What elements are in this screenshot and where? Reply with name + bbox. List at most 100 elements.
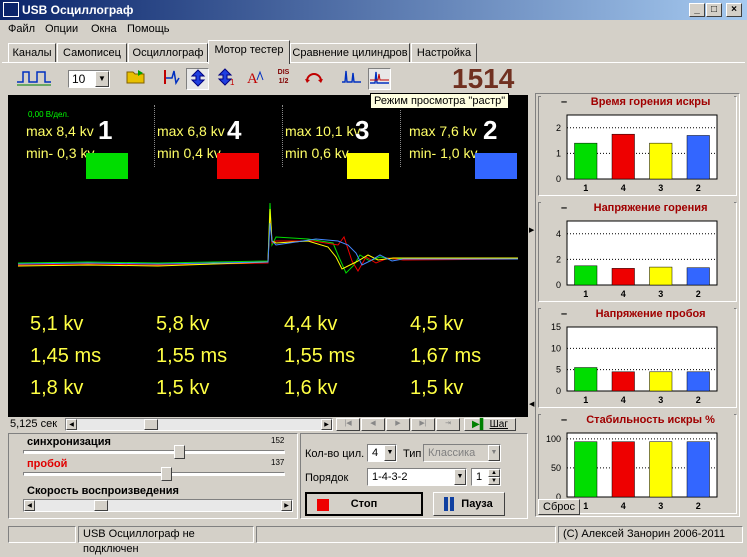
status-copyright: (C) Алексей Занорин 2006-2011 (558, 526, 743, 543)
bar-chart-0: 2 1 0 1 4 3 2 (556, 114, 718, 193)
cyl2-burn-time: 1,55 ms (156, 345, 228, 367)
tab-divider (2, 62, 745, 63)
chevron-down-icon[interactable]: ▼ (95, 71, 109, 87)
chart-title: – Стабильность искры % (541, 413, 734, 427)
tab-oscilloscope[interactable]: Осциллограф (128, 43, 208, 63)
y-tick-label: 4 (556, 229, 561, 239)
collapse-icon[interactable]: – (541, 201, 567, 215)
vertical-scale-icon[interactable] (186, 68, 209, 90)
prev-frame-icon[interactable]: ◀ (361, 418, 385, 431)
time-scrollbar[interactable]: ◀ ▶ (65, 418, 333, 431)
bar-cyl-4 (611, 441, 635, 498)
parade-view-icon[interactable] (340, 68, 363, 90)
x-tick-label: 2 (696, 289, 701, 299)
tab-settings[interactable]: Настройка (411, 43, 477, 63)
pause-icon (444, 497, 448, 511)
tab-motor-tester[interactable]: Мотор тестер (208, 40, 290, 64)
order-select[interactable]: 1-4-3-2 ▼ (367, 468, 467, 486)
type-value: Классика (428, 447, 476, 459)
end-icon[interactable]: ⇥ (436, 418, 460, 431)
time-scroll-thumb[interactable] (144, 419, 158, 430)
trigger-icon[interactable] (160, 68, 183, 90)
signal-mode-icon[interactable] (14, 68, 54, 90)
stop-button[interactable]: Стоп (305, 492, 423, 516)
first-frame-icon[interactable]: |◀ (336, 418, 360, 431)
breakdown-slider-thumb[interactable] (161, 467, 172, 481)
status-cell-3 (256, 526, 556, 543)
status-usb: USB Осциллограф не подключен (78, 526, 254, 555)
status-cell-1 (8, 526, 76, 543)
channel-select-value: 10 (72, 72, 86, 86)
tab-cylinder-compare[interactable]: Сравнение цилиндров (290, 43, 410, 63)
y-tick-label: 100 (546, 434, 561, 444)
bar-cyl-4 (611, 268, 635, 286)
x-tick-label: 3 (658, 501, 663, 511)
step-button[interactable]: ▶▌ Шаг (464, 418, 516, 431)
amplitude-icon[interactable]: A (244, 68, 267, 90)
collapse-icon[interactable]: – (541, 307, 567, 321)
dis-ratio-icon[interactable]: DIS 1/2 (272, 68, 295, 90)
raster-view-icon[interactable] (368, 68, 391, 90)
sync-slider[interactable] (23, 450, 285, 454)
menu-windows[interactable]: Окна (91, 23, 117, 35)
waveform-2 (17, 222, 518, 266)
reset-button[interactable]: Сброс (538, 499, 580, 515)
type-chevron-icon[interactable]: ▼ (488, 445, 500, 461)
tab-recorder[interactable]: Самописец (57, 43, 127, 63)
pause-button[interactable]: Пауза (433, 492, 505, 516)
x-tick-label: 3 (658, 183, 663, 193)
speed-scrollbar[interactable]: ◀ ▶ (23, 499, 293, 512)
menu-options[interactable]: Опции (45, 23, 78, 35)
bar-chart-2: 15 10 5 0 1 4 3 2 (551, 323, 718, 405)
cycle-icon[interactable] (302, 68, 325, 90)
x-tick-label: 4 (621, 501, 626, 511)
window-title: USB Осциллограф (0, 0, 747, 20)
menu-help[interactable]: Помощь (127, 23, 170, 35)
order-chevron-icon[interactable]: ▼ (454, 469, 466, 485)
spin-down-icon[interactable]: ▼ (488, 477, 500, 485)
x-tick-label: 2 (696, 395, 701, 405)
cyl3-burn-time: 1,55 ms (284, 345, 356, 367)
order-spinner[interactable]: 1 ▲ ▼ (471, 468, 501, 486)
speed-left-icon[interactable]: ◀ (24, 500, 35, 511)
last-frame-icon[interactable]: ▶| (411, 418, 435, 431)
type-label: Тип (403, 448, 422, 460)
scroll-right-icon[interactable]: ▶ (321, 419, 332, 430)
sync-slider-thumb[interactable] (174, 445, 185, 459)
splitter-left-icon[interactable]: ◀ (529, 400, 534, 408)
sync-value: 152 (271, 436, 285, 445)
menu-file[interactable]: Файл (8, 23, 35, 35)
cyl-count-chevron-icon[interactable]: ▼ (384, 445, 396, 461)
open-folder-icon[interactable] (124, 68, 147, 90)
order-spin-value: 1 (476, 471, 483, 483)
cyl-count-select[interactable]: 4 ▼ (367, 444, 397, 462)
close-button[interactable]: × (726, 3, 742, 17)
x-tick-label: 4 (621, 395, 626, 405)
maximize-button[interactable]: □ (706, 3, 722, 17)
splitter-right-icon[interactable]: ▶ (529, 226, 534, 234)
channel-select[interactable]: 10 ▼ (68, 70, 110, 88)
type-select[interactable]: Классика ▼ (423, 444, 501, 462)
speed-thumb[interactable] (94, 500, 108, 511)
chart-title: – Напряжение горения (541, 201, 734, 215)
minimize-button[interactable]: _ (689, 3, 705, 17)
breakdown-slider[interactable] (23, 472, 285, 476)
scroll-left-icon[interactable]: ◀ (66, 419, 77, 430)
y-tick-label: 0 (556, 174, 561, 184)
collapse-icon[interactable]: – (541, 95, 567, 109)
speed-right-icon[interactable]: ▶ (281, 500, 292, 511)
cyl-count-value: 4 (372, 447, 379, 459)
x-tick-label: 2 (696, 501, 701, 511)
vertical-scale-1-icon[interactable]: 1 (214, 68, 237, 90)
stats-panel: – Время горения искры 2 1 0 1 4 3 2 – Напряжение г… (535, 93, 740, 517)
x-tick-label: 3 (658, 395, 663, 405)
chart-box-0: – Время горения искры 2 1 0 1 4 3 2 (538, 95, 737, 196)
oscilloscope-screen[interactable]: 0,00 В/дел. max 8,4 kv min- 0,3 kv 1 max… (8, 95, 528, 417)
spin-up-icon[interactable]: ▲ (488, 469, 500, 477)
collapse-icon[interactable]: – (541, 413, 567, 427)
cyl2-peak-voltage: 1,5 kv (156, 377, 210, 399)
next-frame-icon[interactable]: ▶ (386, 418, 410, 431)
bar-cyl-4 (611, 133, 635, 180)
cyl4-peak-voltage: 1,5 kv (410, 377, 464, 399)
tab-channels[interactable]: Каналы (8, 43, 56, 63)
